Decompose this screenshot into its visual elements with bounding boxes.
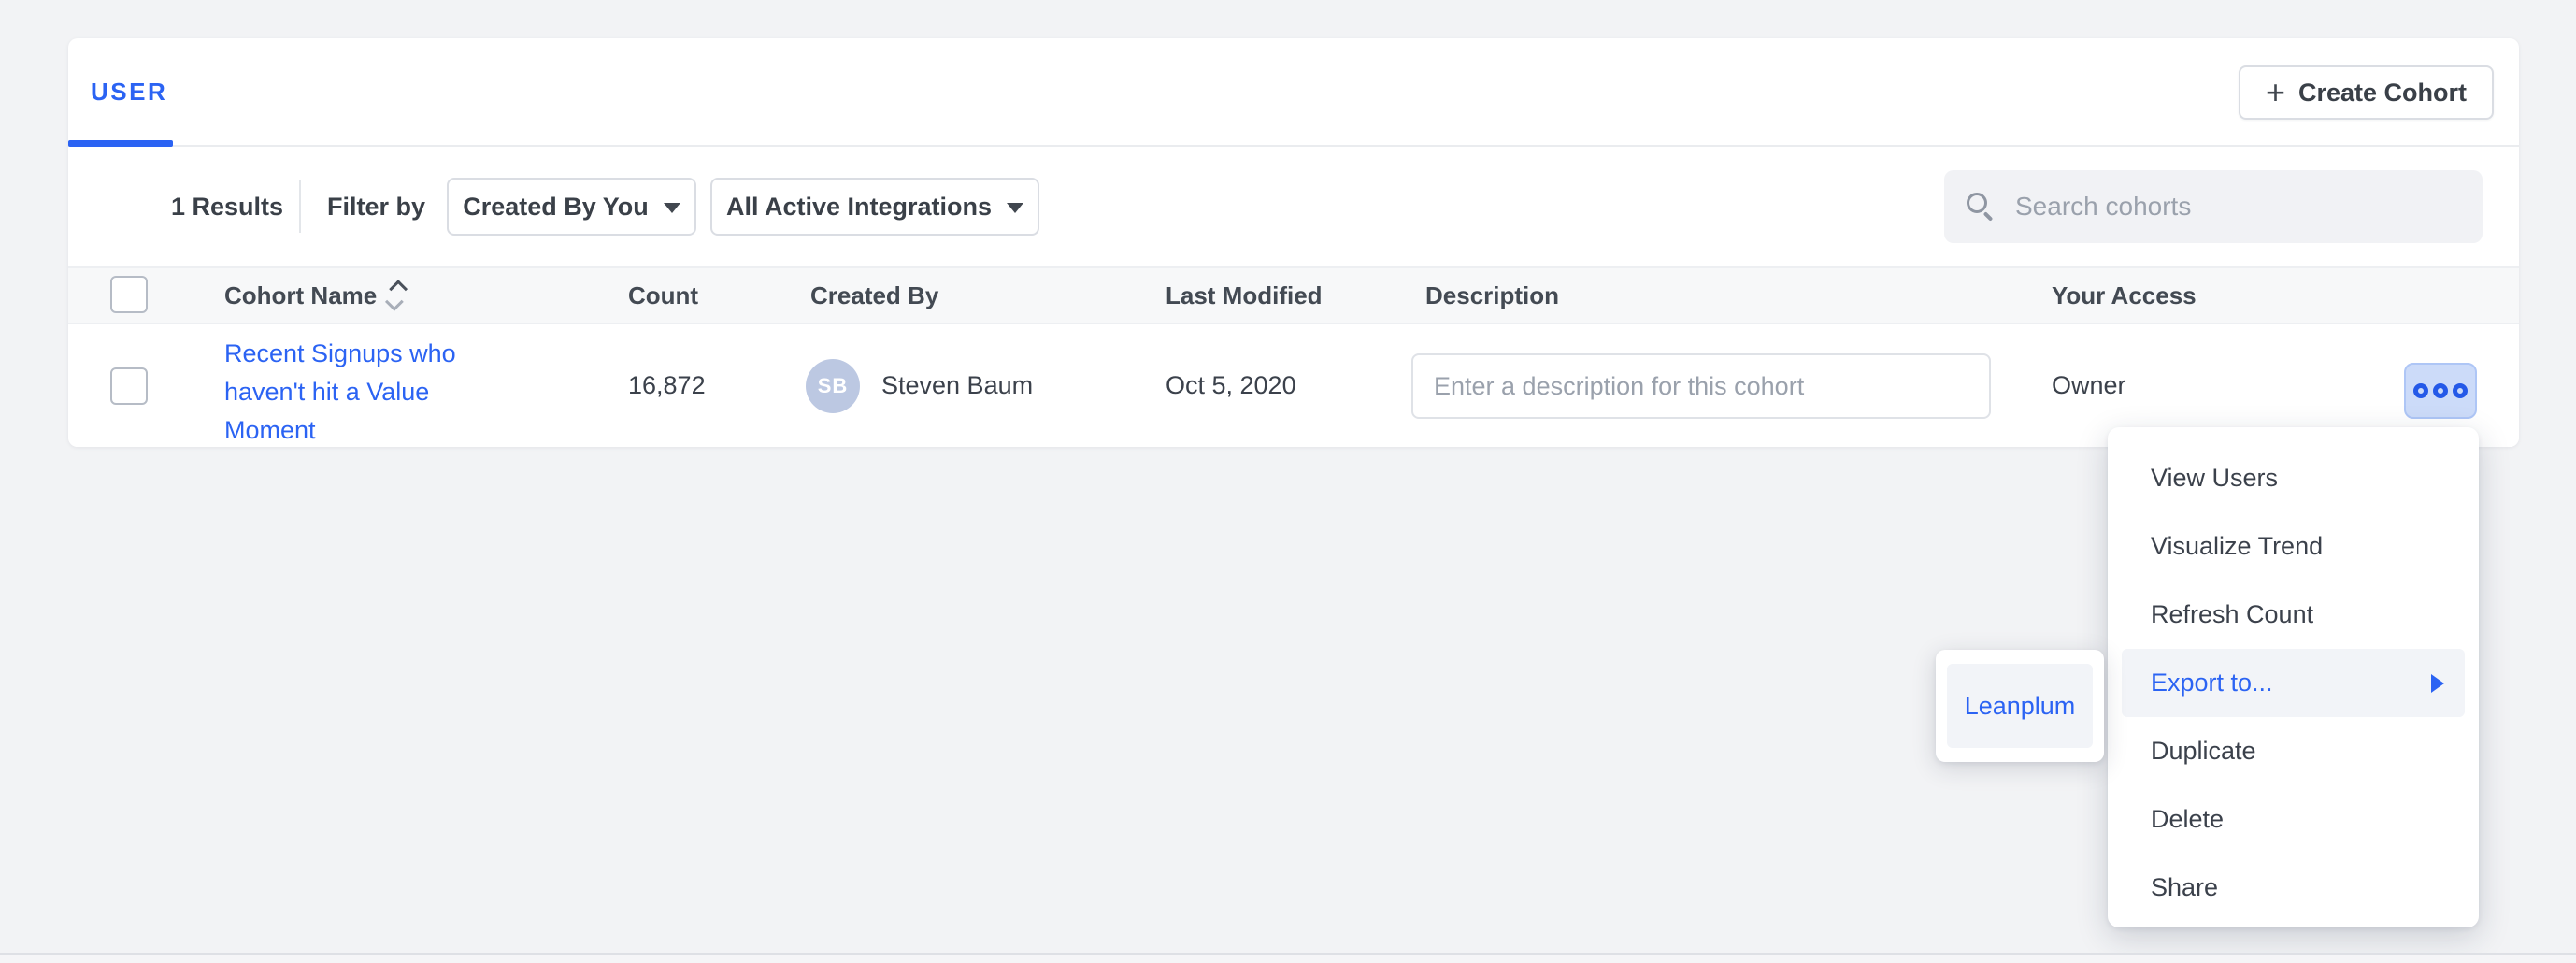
cohort-count: 16,872 [628, 324, 706, 447]
bottom-strip [0, 955, 2576, 963]
submenu-arrow-icon [2431, 674, 2444, 693]
integrations-filter-dropdown[interactable]: All Active Integrations [710, 178, 1039, 236]
row-checkbox[interactable] [110, 367, 148, 405]
cohort-name-link[interactable]: Recent Signups who haven't hit a Value M… [224, 335, 465, 447]
select-all-checkbox[interactable] [110, 276, 148, 313]
last-modified-date: Oct 5, 2020 [1166, 324, 1296, 447]
menu-item-share[interactable]: Share [2108, 854, 2479, 922]
integrations-filter-value: All Active Integrations [726, 193, 992, 222]
column-header-created-by: Created By [810, 268, 938, 323]
chevron-down-icon [1007, 203, 1023, 213]
tab-user-label: USER [91, 78, 167, 107]
search-icon [1967, 193, 1995, 221]
export-submenu: Leanplum [1936, 650, 2104, 762]
search-box [1944, 170, 2483, 243]
menu-item-view-users[interactable]: View Users [2108, 444, 2479, 512]
create-cohort-button[interactable]: + Create Cohort [2239, 65, 2494, 120]
sort-icon[interactable] [390, 280, 403, 310]
row-actions-context-menu: View Users Visualize Trend Refresh Count… [2108, 427, 2479, 927]
table-header: Cohort Name Count Created By Last Modifi… [68, 266, 2519, 324]
submenu-item-leanplum[interactable]: Leanplum [1947, 664, 2093, 748]
column-header-count: Count [628, 268, 698, 323]
created-by-filter-dropdown[interactable]: Created By You [447, 178, 696, 236]
dot-icon [2413, 383, 2428, 398]
plus-icon: + [2266, 76, 2285, 109]
toolbar-divider [299, 180, 301, 233]
creator-name: Steven Baum [881, 324, 1033, 447]
avatar: SB [806, 359, 860, 413]
column-header-description: Description [1425, 268, 1559, 323]
created-by-filter-value: Created By You [463, 193, 649, 222]
chevron-down-icon [664, 203, 680, 213]
menu-item-export-to[interactable]: Export to... [2122, 649, 2465, 717]
dot-icon [2433, 383, 2448, 398]
create-cohort-label: Create Cohort [2298, 79, 2467, 108]
toolbar: 1 Results Filter by Created By You All A… [68, 147, 2519, 266]
results-count: 1 Results [171, 147, 283, 266]
column-header-your-access: Your Access [2052, 268, 2197, 323]
menu-item-duplicate[interactable]: Duplicate [2108, 717, 2479, 785]
search-input[interactable] [2015, 192, 2460, 222]
cohorts-panel: USER + Create Cohort 1 Results Filter by… [68, 38, 2519, 447]
active-tab-underline [68, 140, 173, 147]
row-actions-button[interactable] [2404, 363, 2477, 419]
column-header-last-modified: Last Modified [1166, 268, 1323, 323]
column-header-cohort-name[interactable]: Cohort Name [224, 268, 403, 323]
tab-bar: USER + Create Cohort [68, 38, 2519, 147]
tab-user[interactable]: USER [91, 38, 167, 145]
menu-item-export-label: Export to... [2151, 668, 2273, 697]
filter-by-label: Filter by [327, 147, 425, 266]
menu-item-delete[interactable]: Delete [2108, 785, 2479, 854]
description-input[interactable] [1411, 353, 1991, 419]
dot-icon [2453, 383, 2468, 398]
menu-item-visualize-trend[interactable]: Visualize Trend [2108, 512, 2479, 581]
menu-item-refresh-count[interactable]: Refresh Count [2108, 581, 2479, 649]
